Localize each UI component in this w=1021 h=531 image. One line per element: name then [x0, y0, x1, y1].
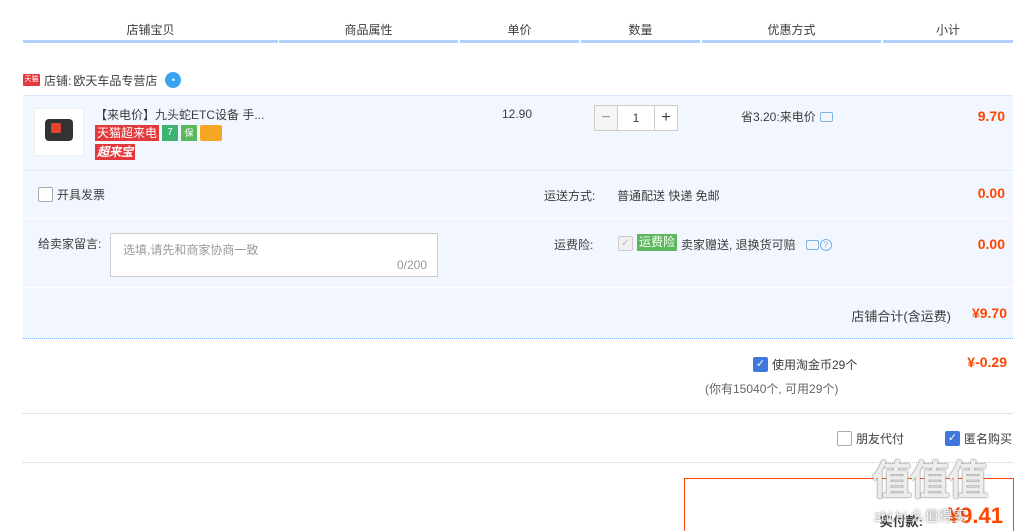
invoice-checkbox[interactable] [38, 187, 53, 202]
cart-item: 【来电价】九头蛇ETC设备 手... 天猫超来电 7 保 超来宝 12.90 −… [23, 95, 1013, 171]
col-attr: 商品属性 [279, 22, 458, 43]
use-coins-option[interactable]: ✓ 使用淘金币29个 [753, 356, 857, 373]
shop-total-row: 店铺合计(含运费) ¥9.70 [23, 288, 1013, 339]
tmall-supermarket-tag[interactable]: 天猫超来电 [95, 125, 160, 141]
anonymous-option[interactable]: ✓ 匿名购买 [945, 430, 1012, 447]
coins-amount: ¥-0.29 [967, 354, 1007, 370]
watermark-text: zhi.hi 么值得买 [874, 508, 967, 524]
watermark-logo: 值值值 [872, 459, 988, 503]
coins-note: (你有15040个, 可用29个) [705, 382, 839, 396]
coin-row: ✓ 使用淘金币29个 (你有15040个, 可用29个) ¥-0.29 [23, 340, 1013, 414]
insurance-checkbox: ✓ [618, 236, 633, 251]
invoice-option[interactable]: 开具发票 [38, 186, 105, 203]
cart-header: 店铺宝贝 商品属性 单价 数量 优惠方式 小计 [23, 22, 1013, 43]
credit-card-icon[interactable] [200, 125, 223, 141]
insurance-fee: 0.00 [977, 236, 1005, 252]
insurance-label: 运费险: [554, 238, 594, 252]
friend-pay-checkbox[interactable] [837, 431, 852, 446]
shipping-label: 运送方式: [544, 189, 596, 203]
insurance-desc: 卖家赠送, 退换货可赔 ? [681, 236, 832, 253]
col-price: 单价 [460, 22, 579, 43]
discount-info: 省3.20:来电价 [741, 108, 833, 125]
wangwang-chat-icon[interactable]: • [165, 72, 182, 88]
friend-pay-label: 朋友代付 [856, 432, 905, 446]
comment-icon[interactable] [819, 111, 833, 122]
etc-device-accent [51, 123, 61, 133]
item-tags: 天猫超来电 7 保 [95, 125, 223, 141]
friend-pay-option[interactable]: 朋友代付 [837, 430, 904, 447]
message-section: 给卖家留言: 选填,请先和商家协商一致 0/200 [23, 219, 518, 287]
comment-icon[interactable] [805, 239, 819, 250]
discount-text: 省3.20:来电价 [741, 110, 816, 124]
insurance-desc-text: 卖家赠送, 退换货可赔 [681, 238, 796, 252]
quantity-stepper: − 1 + [594, 105, 678, 131]
col-subtotal: 小计 [883, 22, 1013, 43]
shipping-method[interactable]: 普通配送 快递 免邮 [617, 187, 720, 204]
tmall-badge: 天猫 [23, 74, 40, 86]
shop-row: 天猫 店铺: 欧天车品专营店 • [23, 70, 182, 90]
invoice-section: 开具发票 [23, 172, 518, 218]
item-subtotal: 9.70 [977, 108, 1005, 124]
promo-tag[interactable]: 超来宝 [95, 144, 136, 160]
col-item: 店铺宝贝 [23, 22, 278, 43]
col-qty: 数量 [581, 22, 700, 43]
qty-plus-button[interactable]: + [654, 105, 678, 131]
message-label: 给卖家留言: [38, 237, 102, 251]
qty-minus-button[interactable]: − [594, 105, 618, 131]
message-char-count: 0/200 [396, 258, 427, 272]
extras-row: 朋友代付 ✓ 匿名购买 [23, 415, 1013, 463]
shop-total-amount: ¥9.70 [971, 305, 1007, 321]
shipping-fee: 0.00 [977, 185, 1005, 201]
qty-input[interactable]: 1 [618, 105, 654, 131]
invoice-label: 开具发票 [57, 188, 106, 202]
shop-name-link[interactable]: 欧天车品专营店 [73, 72, 157, 89]
use-coins-label: 使用淘金币29个 [772, 358, 858, 372]
item-title-link[interactable]: 【来电价】九头蛇ETC设备 手... [95, 106, 264, 123]
item-thumbnail[interactable] [34, 108, 84, 156]
insurance-tag: 运费险 [637, 234, 678, 251]
anonymous-checkbox[interactable]: ✓ [945, 431, 960, 446]
message-placeholder: 选填,请先和商家协商一致 [123, 243, 259, 257]
guarantee-icon[interactable]: 保 [181, 125, 198, 141]
shipping-section: 运送方式: 普通配送 快递 免邮 0.00 [518, 172, 1013, 218]
shop-label: 店铺: [44, 73, 72, 88]
help-icon[interactable]: ? [819, 238, 832, 251]
shop-total-label: 店铺合计(含运费) [851, 309, 951, 324]
seven-day-return-icon[interactable]: 7 [162, 125, 179, 141]
seller-message-input[interactable]: 选填,请先和商家协商一致 0/200 [110, 233, 438, 277]
insurance-section: 运费险: ✓ 运费险 卖家赠送, 退换货可赔 ? 0.00 [518, 219, 1013, 287]
use-coins-checkbox[interactable]: ✓ [753, 357, 768, 372]
col-discount: 优惠方式 [702, 22, 881, 43]
unit-price: 12.90 [502, 107, 533, 121]
anonymous-label: 匿名购买 [964, 432, 1013, 446]
